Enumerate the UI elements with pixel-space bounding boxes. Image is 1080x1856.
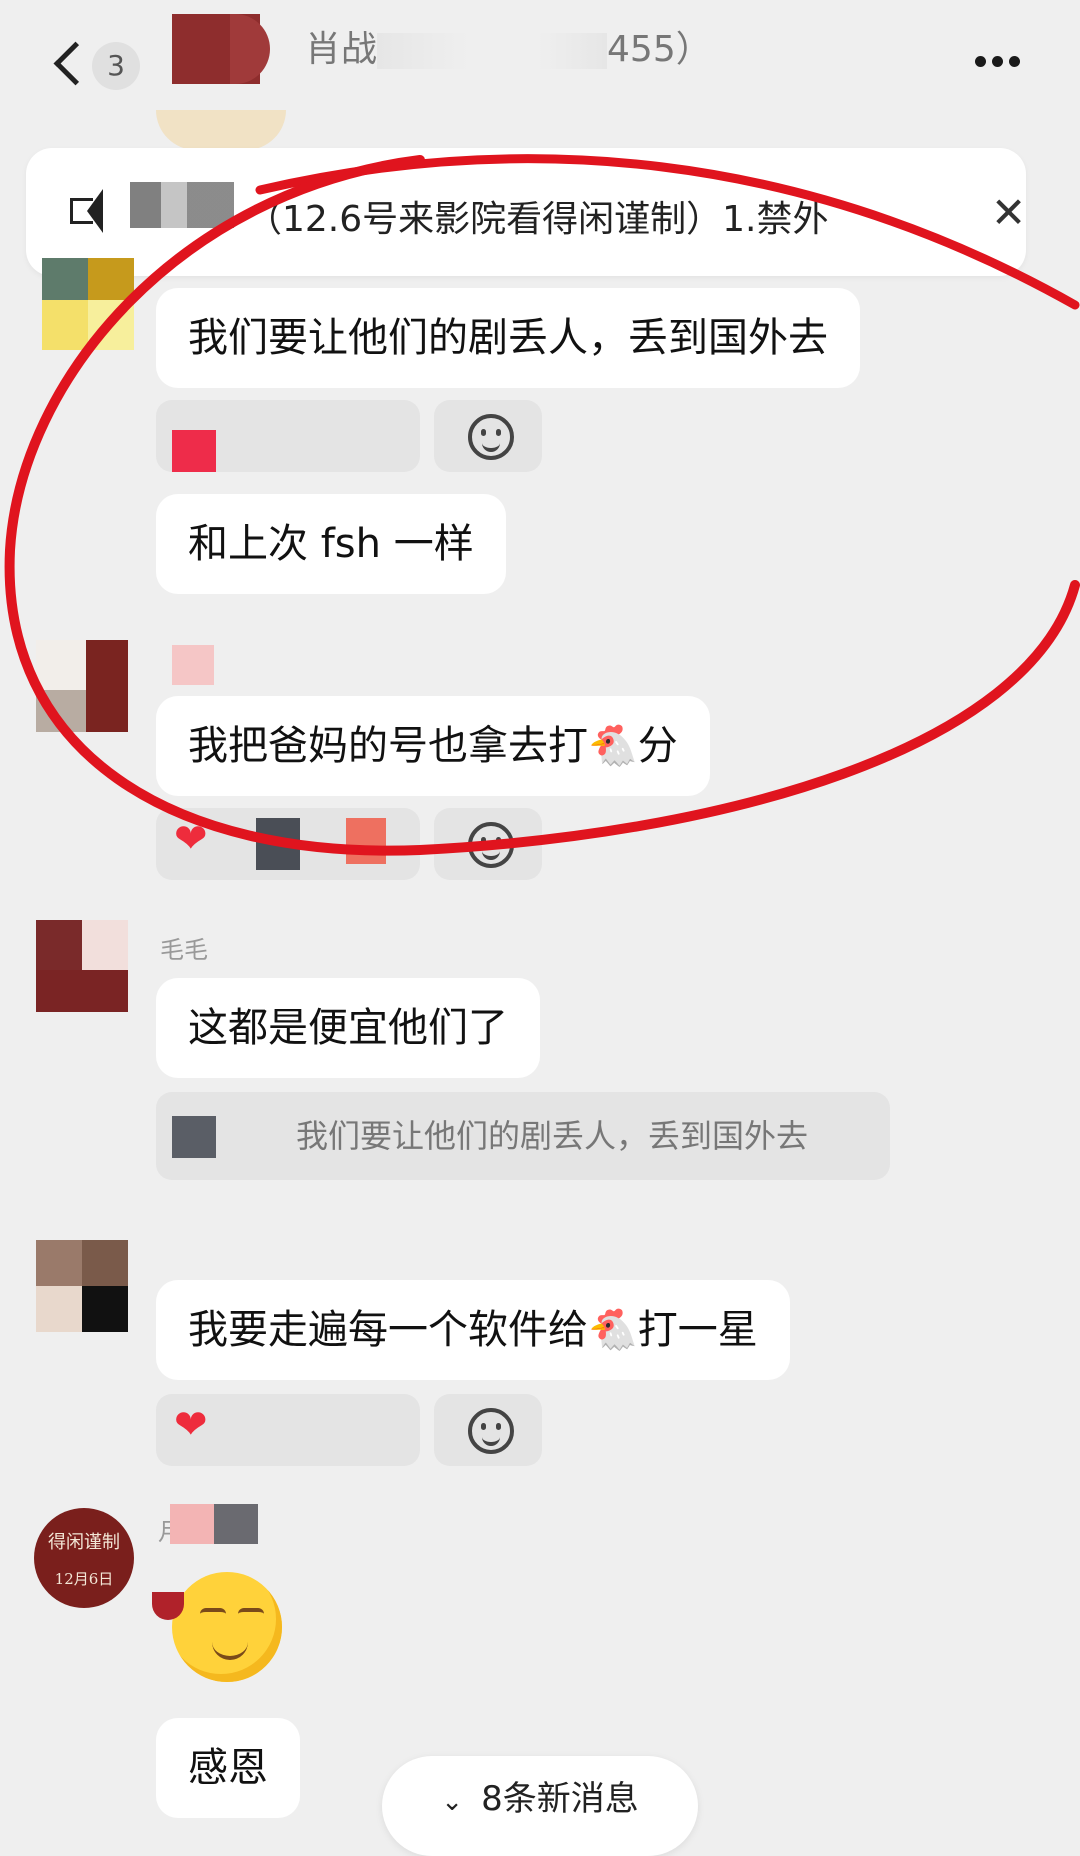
double-chevron-down-icon: ⌄ bbox=[441, 1787, 464, 1817]
new-messages-button[interactable]: ⌄ 8条新消息 bbox=[382, 1756, 698, 1856]
back-button[interactable] bbox=[48, 40, 98, 90]
mosaic-blur bbox=[214, 1504, 258, 1544]
message-bubble[interactable]: 感恩 bbox=[156, 1718, 300, 1818]
unread-count-badge: 3 bbox=[92, 42, 140, 90]
group-avatar[interactable] bbox=[172, 14, 272, 84]
heart-icon: ❤ bbox=[174, 1402, 208, 1448]
chevron-left-icon bbox=[53, 41, 98, 86]
smug-emoji-sticker[interactable] bbox=[152, 1572, 282, 1692]
message-bubble[interactable]: 我要走遍每一个软件给🐔打一星 bbox=[156, 1280, 790, 1380]
dot-icon bbox=[975, 56, 986, 67]
group-title-prefix: 肖战 bbox=[305, 29, 378, 70]
logo-text: 得闲谨制 bbox=[48, 1532, 120, 1553]
sender-name: 毛毛 bbox=[160, 936, 208, 964]
avatar[interactable]: 得闲谨制 12月6日 bbox=[34, 1508, 134, 1608]
mosaic-blur bbox=[377, 33, 608, 69]
quoted-text: 我们要让他们的剧丢人，丢到国外去 bbox=[296, 1117, 809, 1155]
smiley-icon bbox=[468, 1408, 514, 1454]
group-title: 肖战 455） bbox=[305, 20, 712, 72]
dot-icon bbox=[992, 56, 1003, 67]
group-title-suffix: 455） bbox=[607, 29, 712, 70]
dot-icon bbox=[1009, 56, 1020, 67]
mosaic-blur bbox=[172, 1116, 216, 1158]
red-circle-annotation bbox=[4, 154, 1080, 856]
new-messages-label: 8条新消息 bbox=[481, 1779, 639, 1819]
avatar[interactable] bbox=[36, 1240, 128, 1332]
add-reaction-button[interactable] bbox=[434, 1394, 542, 1466]
avatar[interactable] bbox=[36, 920, 128, 1012]
more-options-button[interactable] bbox=[975, 52, 1026, 71]
mosaic-blur bbox=[170, 1504, 214, 1544]
quoted-message[interactable]: 我们要让他们的剧丢人，丢到国外去 bbox=[156, 1092, 890, 1180]
reaction-pill[interactable]: ❤ bbox=[156, 1394, 420, 1466]
chat-header: 3 肖战 455） bbox=[0, 0, 1080, 120]
logo-date: 12月6日 bbox=[54, 1570, 114, 1588]
message-bubble[interactable]: 这都是便宜他们了 bbox=[156, 978, 540, 1078]
